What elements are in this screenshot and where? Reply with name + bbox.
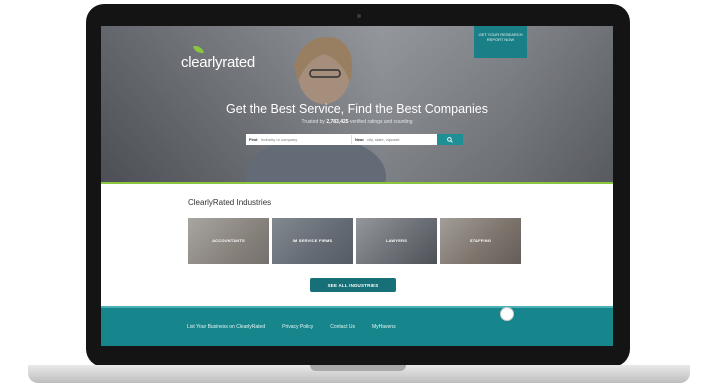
footer-link-myhavens[interactable]: MyHavens — [372, 324, 396, 330]
industry-tile-accountants[interactable]: ACCOUNTANTS — [188, 218, 269, 264]
site-logo[interactable]: clearlyrated — [181, 54, 255, 71]
site-footer: List Your Business on ClearlyRated Priva… — [101, 306, 613, 346]
search-button[interactable] — [437, 134, 463, 145]
laptop-notch — [310, 365, 406, 371]
webcam-icon — [357, 14, 361, 18]
report-banner[interactable]: GET YOUR RESEARCH REPORT NOW — [474, 26, 527, 58]
industry-tile-staffing[interactable]: STAFFING — [440, 218, 521, 264]
search-bar: Find Near — [246, 134, 463, 145]
tile-label: LAWYERS — [385, 238, 408, 243]
search-icon — [447, 136, 453, 143]
ratings-count: 2,783,425 — [326, 119, 349, 125]
tile-label: STAFFING — [469, 238, 492, 243]
hero-title: Get the Best Service, Find the Best Comp… — [226, 102, 488, 116]
industry-tile-lawyers[interactable]: LAWYERS — [356, 218, 437, 264]
screen: clearlyrated GET YOUR RESEARCH REPORT NO… — [101, 26, 613, 346]
tile-label: ACCOUNTANTS — [212, 238, 245, 243]
chat-icon[interactable] — [500, 307, 514, 321]
footer-links: List Your Business on ClearlyRated Priva… — [187, 324, 413, 330]
footer-link-contact-us[interactable]: Contact Us — [330, 324, 355, 330]
subtitle-prefix: Trusted by — [301, 119, 325, 125]
see-all-industries-button[interactable]: SEE ALL INDUSTRIES — [310, 278, 396, 292]
tile-label: IM SERVICE FIRMS — [292, 238, 333, 243]
subtitle-suffix: verified ratings and counting — [349, 119, 413, 125]
near-input[interactable] — [365, 135, 443, 144]
hero-divider — [101, 182, 613, 184]
footer-link-privacy-policy[interactable]: Privacy Policy — [282, 324, 313, 330]
industry-tile-it-services[interactable]: IM SERVICE FIRMS — [272, 218, 353, 264]
industries-heading: ClearlyRated Industries — [188, 198, 272, 207]
near-label: Near — [355, 137, 364, 142]
find-input[interactable] — [259, 135, 352, 144]
footer-link-list-business[interactable]: List Your Business on ClearlyRated — [187, 324, 265, 330]
hero-section: clearlyrated GET YOUR RESEARCH REPORT NO… — [101, 26, 613, 182]
hero-subtitle: Trusted by 2,783,425 verified ratings an… — [101, 119, 613, 125]
find-label: Find — [249, 137, 258, 142]
footer-top-border — [101, 306, 613, 308]
